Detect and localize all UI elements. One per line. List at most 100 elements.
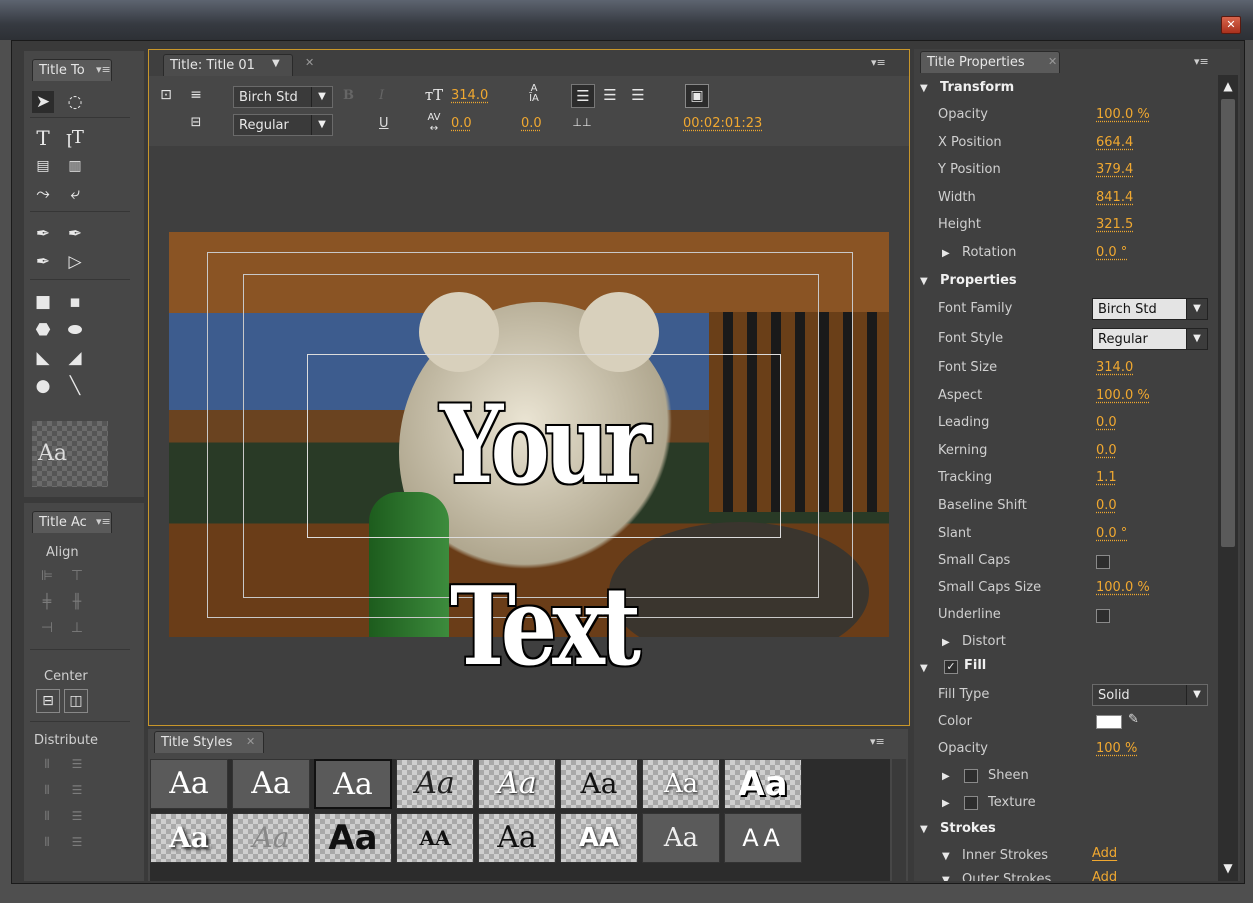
- expand-icon[interactable]: ▶: [942, 637, 950, 648]
- baseline-shift-value[interactable]: 0.0: [1096, 498, 1117, 513]
- collapse-icon[interactable]: ▼: [920, 83, 928, 94]
- tab-close-icon[interactable]: ✕: [246, 735, 255, 748]
- kerning-value[interactable]: 0.0: [451, 116, 472, 131]
- slant-value[interactable]: 0.0 °: [1096, 526, 1127, 541]
- ellipse-tool-icon[interactable]: ●: [32, 375, 54, 397]
- show-background-video-icon[interactable]: ▣: [685, 84, 709, 108]
- clipped-corner-tool-icon[interactable]: ⬣: [32, 319, 54, 341]
- vertical-path-type-tool-icon[interactable]: ⤶: [64, 183, 86, 205]
- style-swatch[interactable]: Aa: [642, 759, 720, 809]
- panel-menu-icon[interactable]: ▾≡: [870, 735, 885, 748]
- eyedropper-icon[interactable]: ✎: [1128, 712, 1139, 727]
- x-position-value[interactable]: 664.4: [1096, 135, 1133, 150]
- style-swatch[interactable]: Aa: [314, 759, 392, 809]
- tracking-value[interactable]: 1.1: [1096, 470, 1117, 485]
- rotation-tool-icon[interactable]: ◌: [64, 91, 86, 113]
- panel-menu-icon[interactable]: ▾≡: [1194, 55, 1209, 68]
- align-vcenter-icon[interactable]: ╫: [66, 591, 88, 613]
- kerning-value[interactable]: 0.0: [1096, 443, 1117, 458]
- add-anchor-tool-icon[interactable]: ✒: [32, 251, 54, 273]
- scroll-thumb[interactable]: [1221, 99, 1235, 547]
- collapse-icon[interactable]: ▼: [920, 824, 928, 835]
- template-icon[interactable]: ⊟: [185, 112, 207, 134]
- underline-button[interactable]: U: [379, 116, 389, 131]
- style-swatch[interactable]: AA: [396, 813, 474, 863]
- font-size-value[interactable]: 314.0: [1096, 360, 1133, 375]
- tab-ruler-icon[interactable]: ⊥⊥: [571, 112, 593, 134]
- align-left-icon[interactable]: ⊫: [36, 565, 58, 587]
- style-swatch[interactable]: AA: [724, 813, 802, 863]
- height-value[interactable]: 321.5: [1096, 217, 1133, 232]
- wedge-tool-icon[interactable]: ◣: [32, 347, 54, 369]
- style-swatch[interactable]: Aa: [232, 813, 310, 863]
- rotation-label[interactable]: Rotation: [962, 245, 1016, 260]
- expand-icon[interactable]: ▶: [942, 771, 950, 782]
- rounded-corner-tool-icon[interactable]: ⬬: [64, 319, 86, 341]
- outer-strokes-add-link[interactable]: Add: [1092, 870, 1117, 881]
- align-top-icon[interactable]: ⊤: [66, 565, 88, 587]
- distribute-7-icon[interactable]: ⫴: [36, 831, 58, 853]
- fill-type-select[interactable]: Solid ▼: [1092, 684, 1208, 706]
- style-swatch[interactable]: Aa: [150, 813, 228, 863]
- arc-tool-icon[interactable]: ◢: [64, 347, 86, 369]
- style-swatch[interactable]: Aa: [560, 759, 638, 809]
- fill-opacity-value[interactable]: 100 %: [1096, 741, 1137, 756]
- inner-strokes-add-link[interactable]: Add: [1092, 846, 1117, 861]
- vertical-type-tool-icon[interactable]: ꞁT: [64, 127, 86, 149]
- collapse-icon[interactable]: ▼: [920, 276, 928, 287]
- expand-icon[interactable]: ▶: [942, 248, 950, 259]
- leading-value[interactable]: 0.0: [1096, 415, 1117, 430]
- style-swatch[interactable]: Aa: [150, 759, 228, 809]
- style-swatch[interactable]: Aa: [314, 813, 392, 863]
- center-horizontal-icon[interactable]: ⊟: [36, 689, 60, 713]
- small-caps-checkbox[interactable]: [1096, 555, 1110, 569]
- opacity-value[interactable]: 100.0 %: [1096, 107, 1150, 122]
- style-swatch[interactable]: Aa: [478, 759, 556, 809]
- rounded-rectangle-tool-icon[interactable]: ▪: [64, 291, 86, 313]
- style-swatch[interactable]: Aa: [642, 813, 720, 863]
- style-swatch[interactable]: Aa: [478, 813, 556, 863]
- vertical-area-type-tool-icon[interactable]: ▥: [64, 155, 86, 177]
- styles-scrollbar[interactable]: [892, 759, 906, 881]
- roll-crawl-icon[interactable]: ⊡: [155, 84, 177, 106]
- font-style-select[interactable]: Regular ▼: [1092, 328, 1208, 350]
- align-hcenter-icon[interactable]: ╪: [36, 591, 58, 613]
- align-bottom-icon[interactable]: ⊥: [66, 617, 88, 639]
- distribute-5-icon[interactable]: ⫴: [36, 805, 58, 827]
- font-family-select[interactable]: Birch Std ▼: [233, 86, 333, 108]
- font-size-value[interactable]: 314.0: [451, 88, 488, 103]
- panel-menu-icon[interactable]: ▾≡: [871, 56, 886, 69]
- distribute-6-icon[interactable]: ☰: [66, 805, 88, 827]
- font-family-select[interactable]: Birch Std ▼: [1092, 298, 1208, 320]
- small-caps-size-value[interactable]: 100.0 %: [1096, 580, 1150, 595]
- fill-header[interactable]: Fill: [964, 658, 986, 673]
- delete-anchor-tool-icon[interactable]: ✒: [64, 223, 86, 245]
- selection-tool-icon[interactable]: ➤: [32, 91, 54, 113]
- panel-menu-icon[interactable]: ▾≡: [96, 515, 111, 528]
- color-swatch[interactable]: [1096, 715, 1122, 729]
- collapse-icon[interactable]: ▼: [942, 875, 950, 881]
- pen-tool-icon[interactable]: ✒: [32, 223, 54, 245]
- bold-button[interactable]: B: [343, 88, 354, 103]
- italic-button[interactable]: I: [379, 88, 384, 103]
- align-right-text-icon[interactable]: ☰: [627, 84, 649, 106]
- close-icon[interactable]: ✕: [1221, 16, 1241, 34]
- area-type-tool-icon[interactable]: ▤: [32, 155, 54, 177]
- scroll-down-icon[interactable]: ▼: [1218, 861, 1238, 875]
- font-style-select[interactable]: Regular ▼: [233, 114, 333, 136]
- convert-anchor-tool-icon[interactable]: ▷: [64, 251, 86, 273]
- title-dropdown-icon[interactable]: ▼: [272, 58, 280, 69]
- title-properties-tab[interactable]: Title Properties: [920, 51, 1060, 73]
- distort-label[interactable]: Distort: [962, 634, 1006, 649]
- distribute-3-icon[interactable]: ⫴: [36, 779, 58, 801]
- distribute-1-icon[interactable]: ⫴: [36, 753, 58, 775]
- texture-checkbox[interactable]: [964, 796, 978, 810]
- line-tool-icon[interactable]: ╲: [64, 375, 86, 397]
- tab-stops-icon[interactable]: ≡: [185, 84, 207, 106]
- panel-menu-icon[interactable]: ▾≡: [96, 63, 111, 76]
- distribute-4-icon[interactable]: ☰: [66, 779, 88, 801]
- tab-close-icon[interactable]: ✕: [1048, 55, 1057, 68]
- collapse-icon[interactable]: ▼: [920, 663, 928, 674]
- canvas-text[interactable]: Your Text: [349, 354, 736, 690]
- style-swatch[interactable]: Aa: [724, 759, 802, 809]
